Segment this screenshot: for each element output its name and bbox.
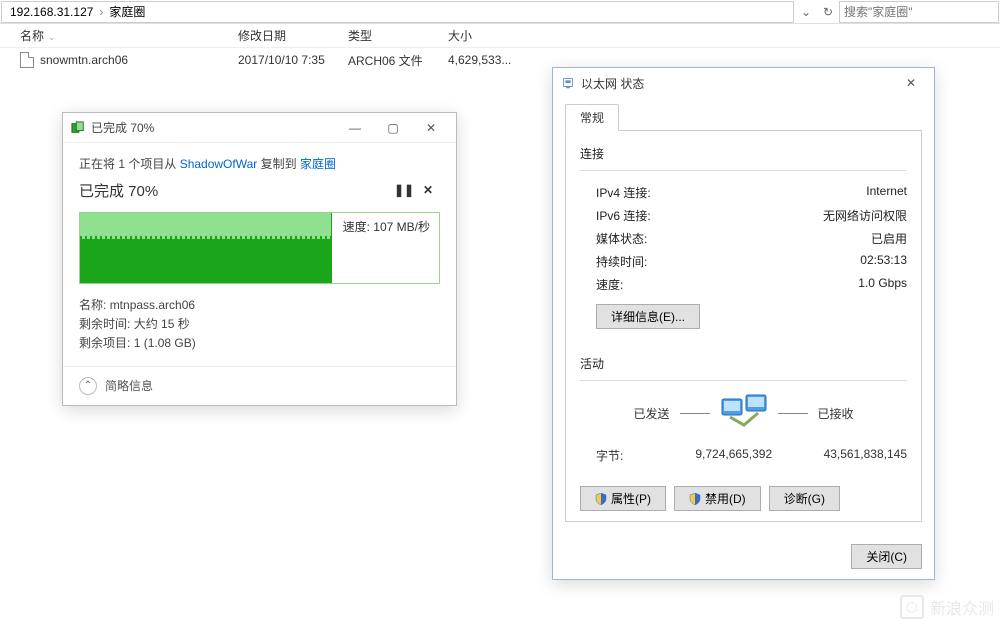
copy-source-link[interactable]: ShadowOfWar (180, 157, 258, 171)
shield-icon (689, 493, 701, 505)
kv-ipv4: IPv4 连接:Internet (580, 181, 907, 204)
fewer-details-label: 简略信息 (105, 377, 153, 394)
file-size: 4,629,533... (440, 53, 520, 67)
ethernet-status-dialog: 以太网 状态 ✕ 常规 连接 IPv4 连接:Internet IPv6 连接:… (552, 67, 935, 580)
breadcrumb-folder[interactable]: 家庭圈 (107, 3, 147, 20)
file-name: snowmtn.arch06 (40, 53, 128, 67)
copy-meta-time: 剩余时间: 大约 15 秒 (79, 315, 440, 334)
column-type[interactable]: 类型 (340, 27, 440, 44)
maximize-button[interactable]: ▢ (374, 114, 412, 142)
search-input-container[interactable]: 🔍 (839, 1, 999, 23)
column-headers: 名称 ⌄ 修改日期 类型 大小 (0, 24, 1000, 48)
fewer-details-toggle[interactable]: ⌃ 简略信息 (63, 366, 456, 405)
chevron-right-icon: › (95, 5, 107, 19)
kv-speed: 速度:1.0 Gbps (580, 273, 907, 296)
kv-media: 媒体状态:已启用 (580, 227, 907, 250)
eth-close-button[interactable]: ✕ (892, 69, 930, 97)
activity-graphic: 已发送 已接收 (580, 393, 907, 433)
bytes-sent: 9,724,665,392 (676, 447, 792, 464)
pause-button[interactable]: ❚❚ (392, 178, 416, 202)
copy-title: 已完成 70% (91, 119, 336, 136)
eth-titlebar[interactable]: 以太网 状态 ✕ (553, 68, 934, 98)
details-button[interactable]: 详细信息(E)... (596, 304, 700, 329)
column-name-label: 名称 (20, 29, 44, 43)
breadcrumb-ip[interactable]: 192.168.31.127 (8, 5, 95, 19)
address-bar-buttons: ⌄ ↻ (795, 1, 839, 23)
bytes-recv: 43,561,838,145 (792, 447, 908, 464)
sort-icon: ⌄ (48, 32, 56, 42)
sent-label: 已发送 (633, 405, 669, 422)
copy-speed-graph: 速度: 107 MB/秒 (79, 212, 440, 284)
watermark-text: 新浪众测 (930, 595, 994, 619)
copy-percent: 已完成 70% (79, 180, 392, 201)
copy-meta-name: 名称: mtnpass.arch06 (79, 296, 440, 315)
address-bar: 192.168.31.127 › 家庭圈 ⌄ ↻ 🔍 (0, 0, 1000, 24)
watermark: ⬡ 新浪众测 (900, 595, 994, 619)
breadcrumb[interactable]: 192.168.31.127 › 家庭圈 (1, 1, 794, 23)
table-row[interactable]: snowmtn.arch06 2017/10/10 7:35 ARCH06 文件… (0, 48, 1000, 68)
copy-progress-dialog: 已完成 70% — ▢ ✕ 正在将 1 个项目从 ShadowOfWar 复制到… (62, 112, 457, 406)
file-date: 2017/10/10 7:35 (230, 53, 340, 67)
close-dialog-button[interactable]: 关闭(C) (851, 544, 922, 569)
section-activity: 活动 (580, 355, 907, 372)
kv-duration: 持续时间:02:53:13 (580, 250, 907, 273)
shield-icon (595, 493, 607, 505)
column-name[interactable]: 名称 ⌄ (0, 27, 230, 44)
search-input[interactable] (844, 5, 999, 19)
copy-dest-link[interactable]: 家庭圈 (300, 157, 336, 171)
copy-dialog-icon (71, 121, 85, 135)
copy-description: 正在将 1 个项目从 ShadowOfWar 复制到 家庭圈 (79, 155, 440, 172)
watermark-logo-icon: ⬡ (900, 595, 924, 619)
file-type: ARCH06 文件 (340, 52, 440, 69)
section-connection: 连接 (580, 145, 907, 162)
tab-panel: 连接 IPv4 连接:Internet IPv6 连接:无网络访问权限 媒体状态… (565, 131, 922, 522)
diagnose-button[interactable]: 诊断(G) (769, 486, 840, 511)
ethernet-icon (561, 76, 575, 90)
file-icon (20, 52, 34, 68)
tab-general[interactable]: 常规 (565, 104, 619, 131)
close-button[interactable]: ✕ (412, 114, 450, 142)
network-monitors-icon (720, 393, 768, 433)
chevron-up-icon: ⌃ (79, 377, 97, 395)
recv-label: 已接收 (818, 405, 854, 422)
eth-title: 以太网 状态 (581, 75, 892, 92)
column-date[interactable]: 修改日期 (230, 27, 340, 44)
copy-speed-label: 速度: 107 MB/秒 (340, 217, 433, 236)
minimize-button[interactable]: — (336, 114, 374, 142)
dropdown-history-icon[interactable]: ⌄ (795, 1, 817, 23)
cancel-button[interactable]: ✕ (416, 178, 440, 202)
bytes-row: 字节: 9,724,665,392 43,561,838,145 (580, 445, 907, 466)
copy-titlebar[interactable]: 已完成 70% — ▢ ✕ (63, 113, 456, 143)
refresh-icon[interactable]: ↻ (817, 1, 839, 23)
disable-button[interactable]: 禁用(D) (674, 486, 761, 511)
copy-meta-items: 剩余项目: 1 (1.08 GB) (79, 334, 440, 353)
kv-ipv6: IPv6 连接:无网络访问权限 (580, 204, 907, 227)
column-size[interactable]: 大小 (440, 27, 520, 44)
tab-strip: 常规 (565, 104, 922, 131)
properties-button[interactable]: 属性(P) (580, 486, 666, 511)
